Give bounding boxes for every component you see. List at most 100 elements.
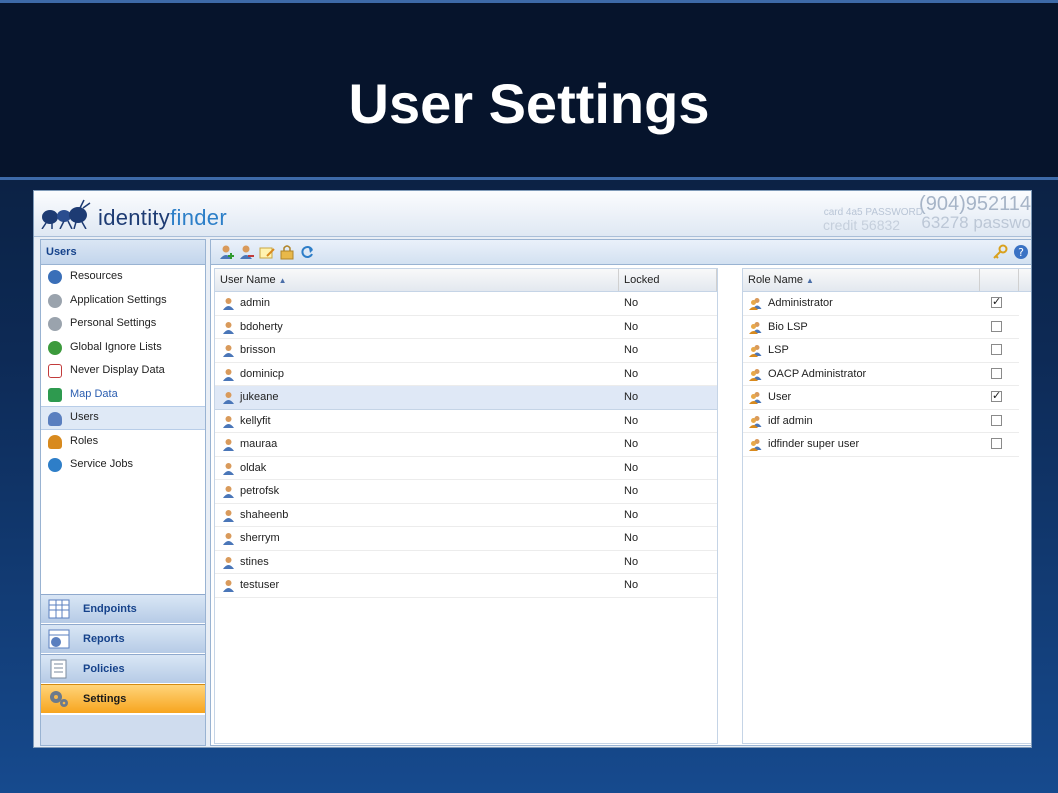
identity-finder-logo: identityfinder — [40, 197, 240, 231]
table-row[interactable]: admin No — [215, 292, 717, 316]
user-icon — [223, 368, 234, 381]
user-name-cell: petrofsk — [240, 485, 280, 497]
logo-wordmark: identityfinder — [98, 205, 227, 231]
table-row[interactable]: User ✓ — [743, 386, 1019, 410]
user-name-cell: testuser — [240, 579, 280, 591]
table-row[interactable]: oldak No — [215, 457, 717, 480]
policies-icon — [50, 659, 67, 679]
info-icon — [48, 270, 62, 284]
role-icon — [749, 298, 762, 310]
table-row[interactable]: dominicp No — [215, 363, 717, 386]
table-row[interactable]: LSP — [743, 339, 1019, 363]
role-checkbox[interactable]: ✓ — [991, 297, 1002, 308]
sidebar-item-resources[interactable]: Resources — [41, 265, 205, 289]
role-icon — [749, 345, 762, 357]
main-panel: ? User Name ▲ Locked admin No bdoherty No bri… — [210, 239, 1031, 746]
sidebar-item-label: Users — [70, 411, 99, 423]
sidebar-item-map-data[interactable]: Map Data — [41, 383, 205, 407]
table-row[interactable]: idf admin — [743, 410, 1019, 433]
table-row[interactable]: sherrym No — [215, 527, 717, 551]
role-checkbox[interactable] — [991, 367, 1002, 379]
user-icon — [223, 509, 234, 522]
locked-cell: No — [624, 344, 639, 356]
sidebar-item-label: Map Data — [70, 387, 118, 400]
user-name-cell: jukeane — [240, 391, 279, 403]
role-checkbox[interactable] — [991, 320, 1002, 332]
table-row[interactable]: Bio LSP — [743, 316, 1019, 339]
accordion-reports[interactable]: Reports — [41, 624, 205, 653]
sidebar-item-application-settings[interactable]: Application Settings — [41, 289, 205, 313]
sort-ascending-icon: ▲ — [278, 276, 287, 285]
table-row[interactable]: brisson No — [215, 339, 717, 363]
table-row[interactable]: stines No — [215, 551, 717, 574]
role-name-cell: Administrator — [768, 297, 833, 309]
role-icon — [749, 415, 762, 428]
column-header-role-name[interactable]: Role Name ▲ — [743, 269, 980, 291]
logo-text-identity: identity — [98, 205, 171, 230]
user-icon — [223, 439, 234, 451]
table-row[interactable]: mauraa No — [215, 433, 717, 457]
user-name-cell: brisson — [240, 344, 276, 356]
sidebar-item-global-ignore-lists[interactable]: Global Ignore Lists — [41, 336, 205, 360]
key-icon[interactable] — [992, 244, 1008, 260]
role-checkbox[interactable] — [991, 344, 1002, 355]
sidebar-item-label: Application Settings — [70, 293, 167, 306]
sidebar-item-roles[interactable]: Roles — [41, 430, 205, 454]
role-checkbox[interactable] — [991, 438, 1002, 449]
user-name-cell: sherrym — [240, 532, 280, 544]
sidebar-item-users[interactable]: Users — [41, 406, 205, 430]
svg-text:?: ? — [1018, 246, 1024, 259]
table-row[interactable]: bdoherty No — [215, 316, 717, 339]
roles-icon — [48, 434, 62, 449]
accordion-settings[interactable]: Settings — [41, 684, 205, 713]
edit-icon[interactable] — [259, 244, 275, 260]
user-name-cell: dominicp — [240, 367, 285, 380]
table-row[interactable]: petrofsk No — [215, 480, 717, 504]
user-name-cell: kellyfit — [240, 414, 271, 427]
sidebar-item-never-display-data[interactable]: Never Display Data — [41, 359, 205, 383]
column-header-assigned[interactable] — [980, 269, 1019, 291]
role-checkbox[interactable]: ✓ — [991, 391, 1002, 402]
sidebar-item-service-jobs[interactable]: Service Jobs — [41, 453, 205, 477]
locked-cell: No — [624, 532, 639, 544]
accordion-policies[interactable]: Policies — [41, 654, 205, 683]
table-row[interactable]: jukeane No — [215, 386, 717, 410]
sidebar-item-personal-settings[interactable]: Personal Settings — [41, 312, 205, 336]
locked-cell: No — [624, 485, 639, 497]
refresh-icon[interactable] — [299, 244, 315, 260]
app-header: identityfinder (904)952114 card 4a5 PASS… — [34, 191, 1031, 237]
locked-cell: No — [624, 391, 639, 403]
users-grid-body: admin No bdoherty No brisson No dominicp No juke… — [215, 292, 717, 598]
user-name-cell: stines — [240, 555, 269, 568]
column-header-user-name[interactable]: User Name ▲ — [215, 269, 619, 291]
help-icon[interactable]: ? — [1013, 244, 1029, 260]
table-row[interactable]: Administrator ✓ — [743, 292, 1019, 316]
locked-cell: No — [624, 320, 639, 333]
locked-cell: No — [624, 579, 639, 591]
sidebar-header: Users — [41, 240, 205, 265]
role-name-cell: idf admin — [768, 414, 813, 427]
accordion-label: Endpoints — [83, 603, 137, 615]
lock-icon[interactable] — [279, 244, 295, 260]
table-row[interactable]: idfinder super user — [743, 433, 1019, 457]
role-name-cell: OACP Administrator — [768, 367, 867, 380]
user-icon — [223, 556, 234, 569]
role-name-cell: Bio LSP — [768, 320, 808, 333]
sidebar: Users Resources Application Settings Per… — [40, 239, 206, 746]
table-row[interactable]: testuser No — [215, 574, 717, 598]
table-row[interactable]: kellyfit No — [215, 410, 717, 433]
table-row[interactable]: shaheenb No — [215, 504, 717, 527]
locked-cell: No — [624, 297, 639, 309]
role-checkbox[interactable] — [991, 414, 1002, 426]
settings-gear-icon — [50, 691, 68, 707]
remove-user-icon[interactable] — [239, 244, 255, 260]
table-row[interactable]: OACP Administrator — [743, 363, 1019, 386]
add-user-icon[interactable] — [219, 244, 235, 260]
role-icon — [749, 392, 762, 404]
locked-cell: No — [624, 414, 639, 427]
locked-cell: No — [624, 438, 639, 450]
locked-cell: No — [624, 367, 639, 380]
accordion-endpoints[interactable]: Endpoints — [41, 594, 205, 623]
column-header-locked[interactable]: Locked — [619, 269, 717, 291]
sidebar-item-label: Never Display Data — [70, 364, 165, 376]
